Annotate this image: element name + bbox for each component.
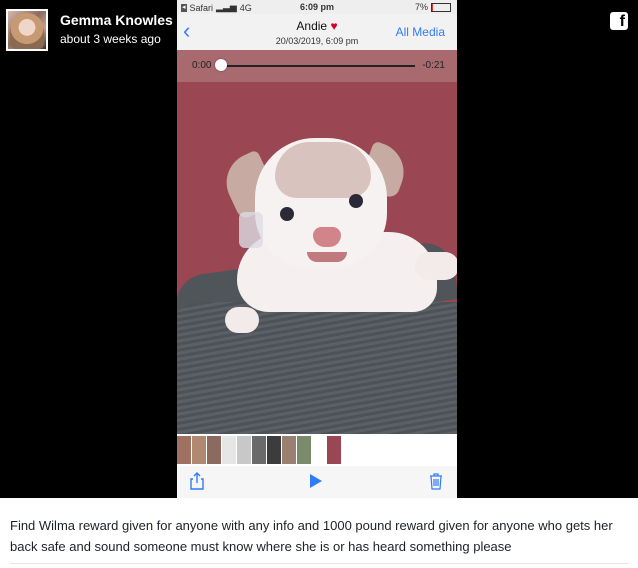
- thumbnail[interactable]: [207, 436, 221, 464]
- avatar[interactable]: [6, 9, 48, 51]
- author-name[interactable]: Gemma Knowles: [60, 12, 173, 29]
- phone-screen-recording: ◂ Safari ▂▃▅ 4G 6:09 pm 7% ‹ Andie ♥ 20/…: [177, 0, 457, 498]
- remaining-time: -0:21: [422, 60, 445, 71]
- thumbnail[interactable]: [282, 436, 296, 464]
- battery-percent: 7%: [414, 2, 428, 12]
- album-title-text: Andie: [296, 19, 328, 33]
- divider: [10, 563, 628, 564]
- thumbnail[interactable]: [222, 436, 236, 464]
- thumbnail[interactable]: [312, 436, 326, 464]
- post-author: Gemma Knowles about 3 weeks ago: [6, 9, 173, 51]
- heart-icon: ♥: [330, 19, 338, 33]
- scrubber-handle[interactable]: [215, 59, 227, 71]
- video-frame-puppy[interactable]: [177, 82, 457, 434]
- photos-nav-bar: ‹ Andie ♥ 20/03/2019, 6:09 pm All Media: [177, 14, 457, 50]
- elapsed-time: 0:00: [192, 60, 212, 71]
- post-timestamp[interactable]: about 3 weeks ago: [60, 31, 173, 47]
- video-scrubber: 0:00 -0:21: [177, 50, 457, 82]
- thumbnail[interactable]: [237, 436, 251, 464]
- post-caption: Find Wilma reward given for anyone with …: [10, 518, 613, 554]
- play-icon[interactable]: [310, 474, 322, 488]
- thumbnail[interactable]: [252, 436, 266, 464]
- thumbnail-strip[interactable]: [177, 434, 457, 466]
- trash-icon[interactable]: [429, 472, 443, 490]
- thumbnail[interactable]: [297, 436, 311, 464]
- facebook-logo-icon[interactable]: f: [610, 12, 628, 30]
- thumbnail-selected[interactable]: [327, 436, 341, 464]
- battery-icon: [431, 2, 451, 12]
- all-media-button[interactable]: All Media: [396, 25, 445, 39]
- thumbnail[interactable]: [192, 436, 206, 464]
- facebook-video-embed: Gemma Knowles about 3 weeks ago f ◂ Safa…: [0, 0, 638, 568]
- scrubber-track[interactable]: [218, 65, 415, 67]
- thumbnail[interactable]: [177, 436, 191, 464]
- share-icon[interactable]: [189, 472, 205, 490]
- thumbnail[interactable]: [267, 436, 281, 464]
- video-area[interactable]: Gemma Knowles about 3 weeks ago f ◂ Safa…: [0, 0, 638, 498]
- photos-toolbar: [177, 466, 457, 498]
- ios-status-bar: ◂ Safari ▂▃▅ 4G 6:09 pm 7%: [177, 0, 457, 14]
